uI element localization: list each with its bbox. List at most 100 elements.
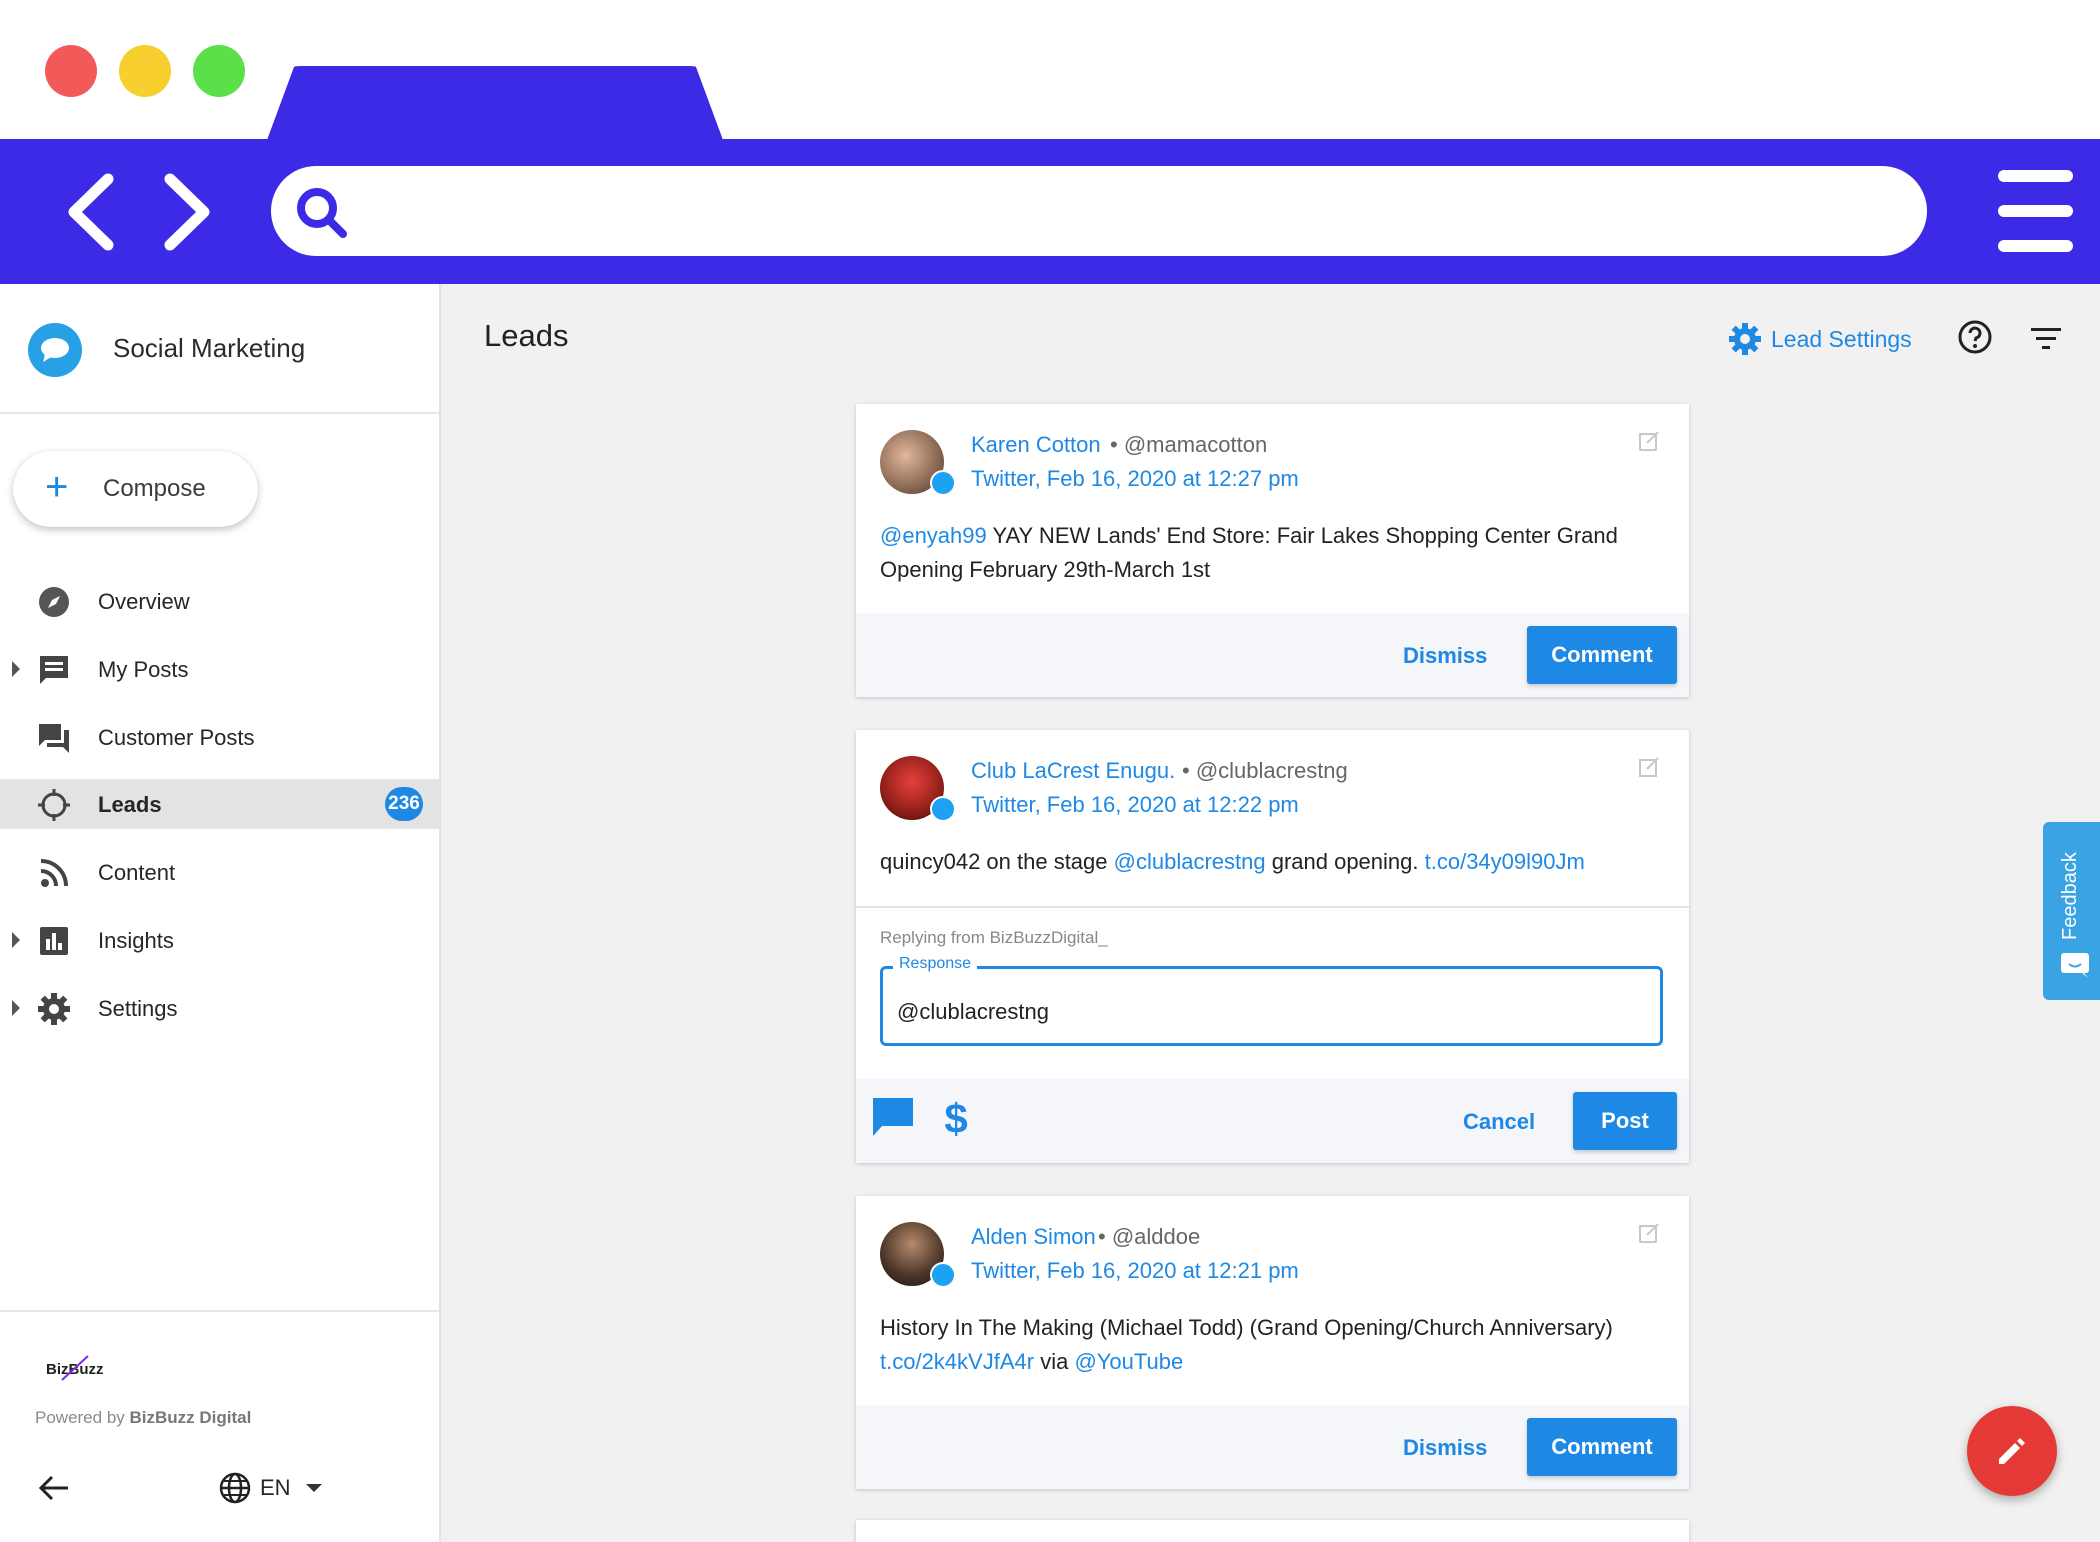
svg-text:$: $ (944, 1095, 967, 1139)
sidebar-footer-divider (0, 1310, 439, 1312)
sidebar-item-my-posts[interactable]: My Posts (0, 644, 439, 694)
response-input[interactable]: Response @clublacrestng (880, 955, 1663, 1046)
edit-fab-button[interactable] (1967, 1406, 2057, 1496)
mention-link[interactable]: @YouTube (1074, 1349, 1183, 1374)
external-link-icon[interactable] (1638, 1222, 1660, 1244)
window-minimize-dot[interactable] (119, 45, 171, 97)
author-name[interactable]: Karen Cotton (971, 432, 1101, 458)
comment-button[interactable]: Comment (1527, 1418, 1677, 1476)
expand-caret-icon[interactable] (12, 661, 20, 677)
twitter-icon (930, 470, 956, 496)
twitter-icon (930, 1262, 956, 1288)
sidebar-item-label: Settings (98, 996, 178, 1021)
sidebar-item-label: Overview (98, 589, 190, 614)
reply-divider (856, 906, 1689, 908)
window-maximize-dot[interactable] (193, 45, 245, 97)
sidebar-item-label: Leads (98, 792, 162, 817)
globe-icon[interactable] (218, 1471, 252, 1505)
post-meta[interactable]: Twitter, Feb 16, 2020 at 12:21 pm (971, 1258, 1299, 1284)
response-label: Response (893, 955, 978, 973)
crosshair-icon (38, 789, 70, 821)
feedback-icon (2061, 953, 2089, 978)
app-logo-icon (28, 323, 82, 377)
post-button[interactable]: Post (1573, 1092, 1677, 1150)
sidebar-item-label: Insights (98, 928, 174, 953)
expand-caret-icon[interactable] (12, 932, 20, 948)
author-handle: • @clublacrestng (1182, 758, 1348, 783)
mention-link[interactable]: @enyah99 (880, 523, 987, 548)
url-link[interactable]: t.co/34y09l90Jm (1425, 849, 1585, 874)
rss-icon (40, 859, 68, 887)
post-text: quincy042 on the stage @clublacrestng gr… (880, 849, 1585, 874)
sidebar-item-label: Customer Posts (98, 725, 255, 750)
app-root: Social Marketing + Compose Overview My P… (0, 0, 2100, 1542)
replying-from-text: Replying from BizBuzzDigital_ (880, 928, 1108, 947)
lead-card: Alden Simon • @alddoe Twitter, Feb 16, 2… (856, 1196, 1689, 1489)
reply-action-bar: $ Cancel Post (856, 1079, 1689, 1163)
feedback-label: Feedback (2059, 852, 2081, 940)
pencil-icon (1999, 1438, 2025, 1464)
bizbuzz-logo: BizBuzz (46, 1355, 104, 1381)
filter-icon[interactable] (2028, 320, 2064, 356)
sidebar-item-label: My Posts (98, 657, 189, 682)
plus-icon: + (45, 465, 69, 509)
post-meta[interactable]: Twitter, Feb 16, 2020 at 12:27 pm (971, 466, 1299, 492)
dollar-icon[interactable]: $ (942, 1095, 970, 1139)
chat-bubble-icon[interactable] (870, 1095, 916, 1139)
feedback-tab[interactable]: Feedback (2043, 822, 2100, 1000)
post-text: @enyah99 YAY NEW Lands' End Store: Fair … (880, 523, 1618, 582)
chevron-down-icon[interactable] (306, 1484, 322, 1492)
gear-icon (1729, 323, 1761, 355)
gear-icon (38, 993, 70, 1025)
leads-count-badge: 236 (385, 787, 423, 821)
expand-caret-icon[interactable] (12, 1000, 20, 1016)
collapse-arrow-icon[interactable] (36, 1470, 72, 1506)
browser-menu-icon[interactable] (1998, 170, 2073, 252)
window-close-dot[interactable] (45, 45, 97, 97)
sidebar-item-leads[interactable]: Leads 236 (0, 779, 439, 829)
lead-card: Club LaCrest Enugu. • @clublacrestng Twi… (856, 730, 1689, 1163)
language-selector[interactable]: EN (260, 1475, 291, 1501)
twitter-icon (930, 796, 956, 822)
forward-nav-icon[interactable] (150, 167, 220, 257)
back-nav-icon[interactable] (58, 167, 128, 257)
sidebar-item-insights[interactable]: Insights (0, 915, 439, 965)
lead-card (856, 1520, 1689, 1542)
post-meta[interactable]: Twitter, Feb 16, 2020 at 12:22 pm (971, 792, 1299, 818)
help-icon[interactable] (1957, 319, 1993, 355)
compose-button[interactable]: + Compose (13, 451, 258, 527)
browser-tab[interactable] (267, 66, 723, 140)
compass-icon (39, 587, 69, 617)
page-title: Leads (484, 318, 569, 353)
sidebar-item-overview[interactable]: Overview (0, 576, 439, 626)
mention-link[interactable]: @clublacrestng (1114, 849, 1266, 874)
message-icon (40, 656, 68, 684)
sidebar-item-content[interactable]: Content (0, 847, 439, 897)
comment-button[interactable]: Comment (1527, 626, 1677, 684)
sidebar-item-customer-posts[interactable]: Customer Posts (0, 712, 439, 762)
dismiss-button[interactable]: Dismiss (1403, 643, 1487, 669)
cancel-button[interactable]: Cancel (1463, 1109, 1535, 1135)
author-name[interactable]: Club LaCrest Enugu. (971, 758, 1175, 784)
bar-chart-icon (40, 927, 68, 955)
sidebar-item-label: Content (98, 860, 176, 885)
powered-by-text: Powered by BizBuzz Digital (35, 1408, 252, 1427)
sidebar-divider (0, 412, 439, 414)
lead-settings-label: Lead Settings (1771, 326, 1912, 352)
response-value[interactable]: @clublacrestng (897, 999, 1049, 1025)
address-bar[interactable] (271, 166, 1927, 256)
post-text: History In The Making (Michael Todd) (Gr… (880, 1315, 1613, 1374)
external-link-icon[interactable] (1638, 430, 1660, 452)
lead-card: Karen Cotton • @mamacotton Twitter, Feb … (856, 404, 1689, 697)
dismiss-button[interactable]: Dismiss (1403, 1435, 1487, 1461)
search-icon (297, 188, 347, 238)
card-action-bar: Dismiss Comment (856, 1405, 1689, 1489)
sidebar-item-settings[interactable]: Settings (0, 983, 439, 1033)
author-handle: • @alddoe (1098, 1224, 1201, 1249)
compose-label: Compose (103, 475, 206, 502)
external-link-icon[interactable] (1638, 756, 1660, 778)
url-link[interactable]: t.co/2k4kVJfA4r (880, 1349, 1034, 1374)
card-action-bar: Dismiss Comment (856, 613, 1689, 697)
author-name[interactable]: Alden Simon (971, 1224, 1096, 1250)
app-title: Social Marketing (113, 333, 306, 363)
